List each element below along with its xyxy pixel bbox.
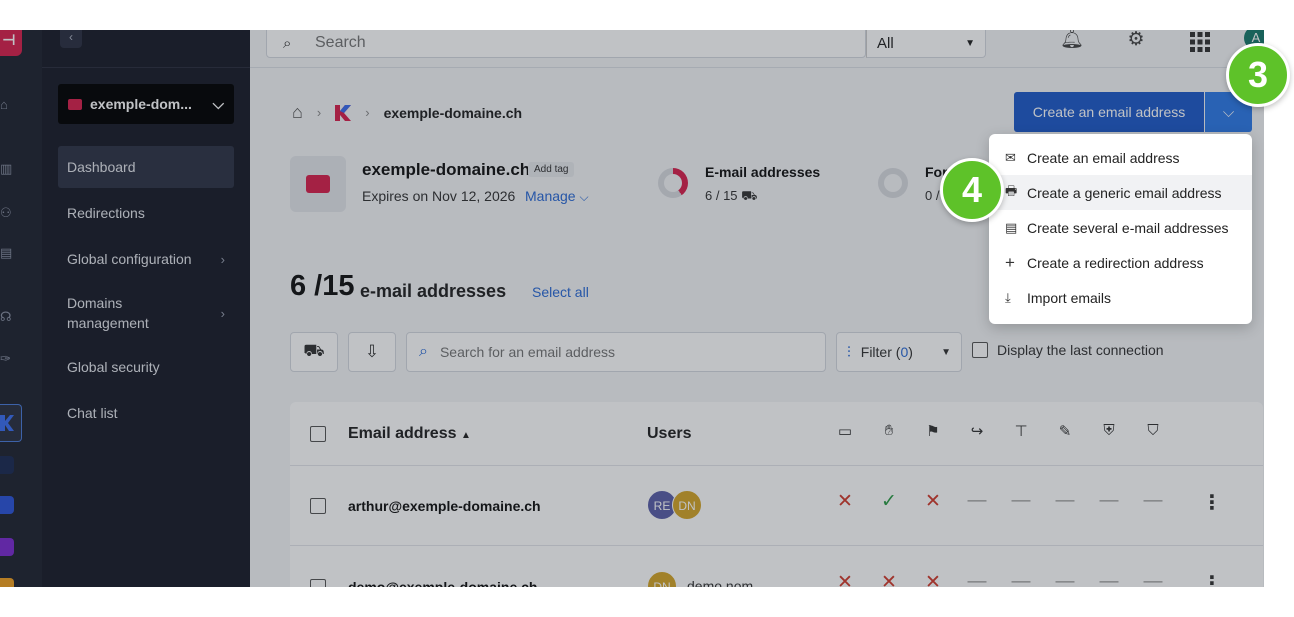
multiple-mailboxes-icon: ▤ (1005, 219, 1018, 235)
plus-icon: + (1005, 252, 1015, 272)
menu-item-create-several[interactable]: ▤ Create several e-mail addresses (989, 210, 1252, 245)
step-3-badge: 3 (1226, 43, 1290, 107)
create-options-menu: ✉ Create an email address 🖶︎ Create a ge… (989, 134, 1252, 324)
download-icon: ⤓ (1005, 289, 1011, 305)
menu-item-import-emails[interactable]: ⤓ Import emails (989, 280, 1252, 315)
generic-mailbox-icon: 🖶︎ (1005, 182, 1018, 198)
annotation-layer: ✉ Create an email address 🖶︎ Create a ge… (0, 0, 1294, 617)
menu-item-label: Create an email address (1027, 149, 1180, 166)
menu-item-label: Import emails (1027, 289, 1112, 306)
menu-item-label: Create a generic email address (1027, 184, 1222, 201)
menu-item-label: Create several e-mail addresses (1027, 219, 1229, 236)
menu-item-create-email[interactable]: ✉ Create an email address (989, 140, 1252, 175)
menu-item-create-redirection[interactable]: + Create a redirection address (989, 245, 1252, 280)
menu-item-label: Create a redirection address (1027, 254, 1204, 271)
envelope-plus-icon: ✉ (1005, 149, 1016, 165)
step-4-badge: 4 (940, 158, 1004, 222)
menu-item-create-generic-email[interactable]: 🖶︎ Create a generic email address (989, 175, 1252, 210)
